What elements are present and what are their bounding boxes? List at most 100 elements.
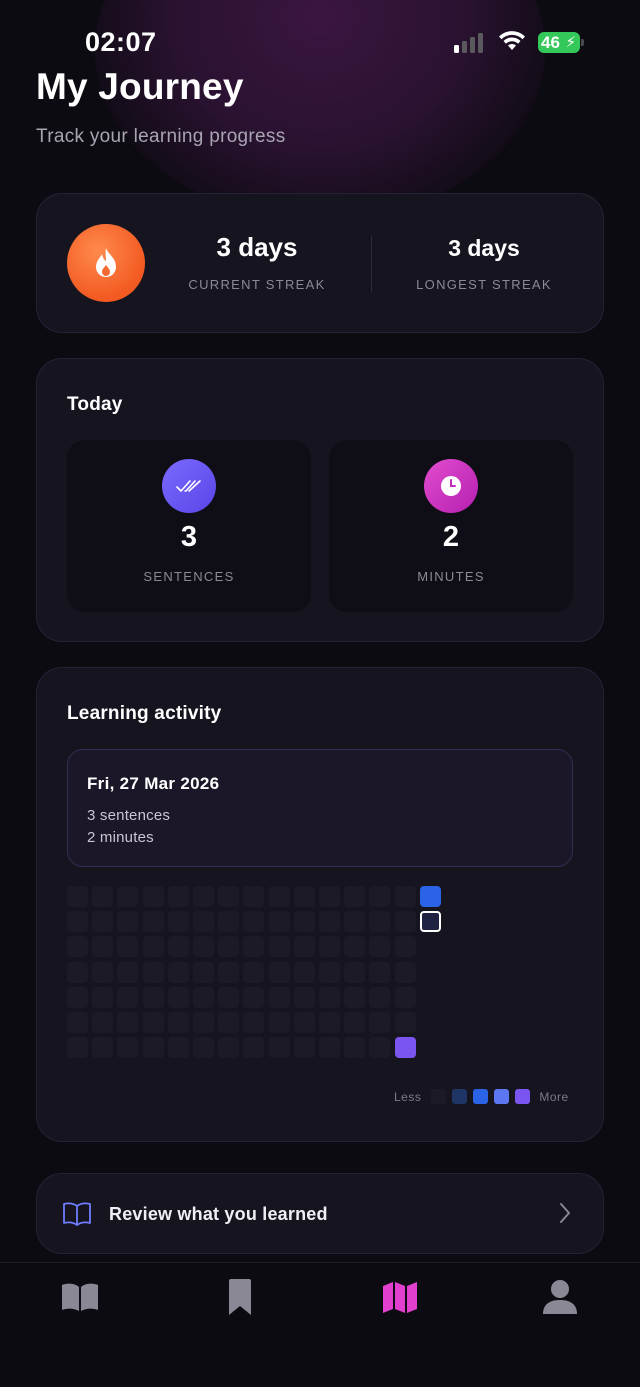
heatmap-cell[interactable] bbox=[142, 961, 164, 983]
heatmap-cell[interactable] bbox=[67, 986, 88, 1008]
heatmap-cell[interactable] bbox=[293, 1037, 315, 1059]
heatmap-cell[interactable] bbox=[92, 936, 114, 958]
heatmap-cell[interactable] bbox=[167, 1037, 189, 1059]
heatmap-cell[interactable] bbox=[193, 886, 214, 907]
heatmap-cell[interactable] bbox=[117, 936, 139, 958]
heatmap-cell[interactable] bbox=[218, 986, 240, 1008]
heatmap-cell[interactable] bbox=[319, 986, 340, 1008]
heatmap-cell[interactable] bbox=[293, 1012, 315, 1033]
heatmap-cell[interactable] bbox=[319, 911, 340, 933]
heatmap-cell[interactable] bbox=[67, 936, 88, 958]
tab-journey[interactable] bbox=[380, 1277, 420, 1317]
heatmap-cell[interactable] bbox=[67, 961, 88, 983]
heatmap-cell[interactable] bbox=[117, 961, 139, 983]
heatmap-cell[interactable] bbox=[268, 961, 290, 983]
heatmap-cell[interactable] bbox=[394, 936, 416, 958]
heatmap-cell[interactable] bbox=[268, 1037, 290, 1059]
heatmap-cell[interactable] bbox=[419, 911, 441, 933]
heatmap-cell[interactable] bbox=[344, 1037, 366, 1059]
heatmap-cell[interactable] bbox=[67, 1037, 88, 1059]
heatmap-cell[interactable] bbox=[293, 936, 315, 958]
heatmap-cell[interactable] bbox=[243, 1037, 265, 1059]
heatmap-cell[interactable] bbox=[92, 911, 114, 933]
heatmap-cell[interactable] bbox=[92, 986, 114, 1008]
heatmap-cell[interactable] bbox=[319, 961, 340, 983]
heatmap-cell[interactable] bbox=[268, 911, 290, 933]
heatmap-cell[interactable] bbox=[243, 936, 265, 958]
heatmap-cell[interactable] bbox=[167, 986, 189, 1008]
heatmap-cell[interactable] bbox=[193, 1037, 214, 1059]
heatmap-cell[interactable] bbox=[369, 936, 391, 958]
heatmap-cell[interactable] bbox=[218, 1012, 240, 1033]
heatmap-cell[interactable] bbox=[243, 961, 265, 983]
heatmap-cell[interactable] bbox=[167, 886, 189, 907]
heatmap-cell[interactable] bbox=[142, 1037, 164, 1059]
heatmap-cell[interactable] bbox=[243, 986, 265, 1008]
heatmap-cell[interactable] bbox=[243, 886, 265, 907]
heatmap-cell[interactable] bbox=[268, 936, 290, 958]
heatmap-cell[interactable] bbox=[117, 1037, 139, 1059]
heatmap-cell[interactable] bbox=[92, 1012, 114, 1033]
heatmap-cell[interactable] bbox=[117, 1012, 139, 1033]
heatmap-cell[interactable] bbox=[344, 911, 366, 933]
heatmap-cell[interactable] bbox=[293, 961, 315, 983]
heatmap-cell[interactable] bbox=[193, 986, 214, 1008]
heatmap-cell[interactable] bbox=[293, 986, 315, 1008]
heatmap-cell[interactable] bbox=[344, 886, 366, 907]
heatmap-cell[interactable] bbox=[67, 886, 88, 907]
heatmap-cell[interactable] bbox=[369, 961, 391, 983]
heatmap-cell[interactable] bbox=[218, 936, 240, 958]
heatmap-cell[interactable] bbox=[193, 936, 214, 958]
heatmap-cell[interactable] bbox=[167, 911, 189, 933]
heatmap-cell[interactable] bbox=[319, 936, 340, 958]
heatmap-cell[interactable] bbox=[369, 1037, 391, 1059]
heatmap-cell[interactable] bbox=[142, 936, 164, 958]
heatmap-cell[interactable] bbox=[243, 911, 265, 933]
heatmap-cell[interactable] bbox=[344, 1012, 366, 1033]
heatmap-cell[interactable] bbox=[319, 1012, 340, 1033]
heatmap-cell[interactable] bbox=[394, 986, 416, 1008]
heatmap-cell[interactable] bbox=[142, 986, 164, 1008]
heatmap-cell[interactable] bbox=[92, 886, 114, 907]
heatmap-cell[interactable] bbox=[92, 1037, 114, 1059]
review-button[interactable]: Review what you learned bbox=[36, 1173, 604, 1254]
heatmap-cell[interactable] bbox=[369, 886, 391, 907]
heatmap-cell[interactable] bbox=[218, 886, 240, 907]
heatmap-cell[interactable] bbox=[394, 886, 416, 907]
heatmap-cell[interactable] bbox=[167, 1012, 189, 1033]
heatmap-cell[interactable] bbox=[394, 1012, 416, 1033]
heatmap-cell[interactable] bbox=[344, 936, 366, 958]
heatmap-cell[interactable] bbox=[193, 911, 214, 933]
heatmap-cell[interactable] bbox=[218, 961, 240, 983]
heatmap-cell[interactable] bbox=[67, 1012, 88, 1033]
heatmap-cell[interactable] bbox=[293, 886, 315, 907]
heatmap-cell[interactable] bbox=[117, 911, 139, 933]
heatmap-cell[interactable] bbox=[117, 886, 139, 907]
heatmap-cell[interactable] bbox=[394, 1037, 416, 1059]
heatmap-cell[interactable] bbox=[394, 911, 416, 933]
heatmap-cell[interactable] bbox=[394, 961, 416, 983]
heatmap-cell[interactable] bbox=[293, 911, 315, 933]
heatmap-cell[interactable] bbox=[369, 1012, 391, 1033]
heatmap-cell[interactable] bbox=[319, 1037, 340, 1059]
heatmap-cell[interactable] bbox=[218, 1037, 240, 1059]
heatmap-cell[interactable] bbox=[319, 886, 340, 907]
heatmap-cell[interactable] bbox=[268, 886, 290, 907]
heatmap-cell[interactable] bbox=[268, 1012, 290, 1033]
heatmap-cell[interactable] bbox=[193, 961, 214, 983]
heatmap-cell[interactable] bbox=[268, 986, 290, 1008]
heatmap-cell[interactable] bbox=[369, 911, 391, 933]
heatmap-cell[interactable] bbox=[243, 1012, 265, 1033]
heatmap-cell[interactable] bbox=[218, 911, 240, 933]
tab-saved[interactable] bbox=[220, 1277, 260, 1317]
heatmap-cell[interactable] bbox=[167, 936, 189, 958]
heatmap-cell[interactable] bbox=[142, 911, 164, 933]
heatmap-cell[interactable] bbox=[369, 986, 391, 1008]
heatmap-cell[interactable] bbox=[142, 886, 164, 907]
tab-profile[interactable] bbox=[540, 1277, 580, 1317]
heatmap-cell[interactable] bbox=[344, 961, 366, 983]
heatmap-cell[interactable] bbox=[67, 911, 88, 933]
heatmap-cell[interactable] bbox=[117, 986, 139, 1008]
tab-read[interactable] bbox=[60, 1277, 100, 1317]
heatmap-cell[interactable] bbox=[142, 1012, 164, 1033]
